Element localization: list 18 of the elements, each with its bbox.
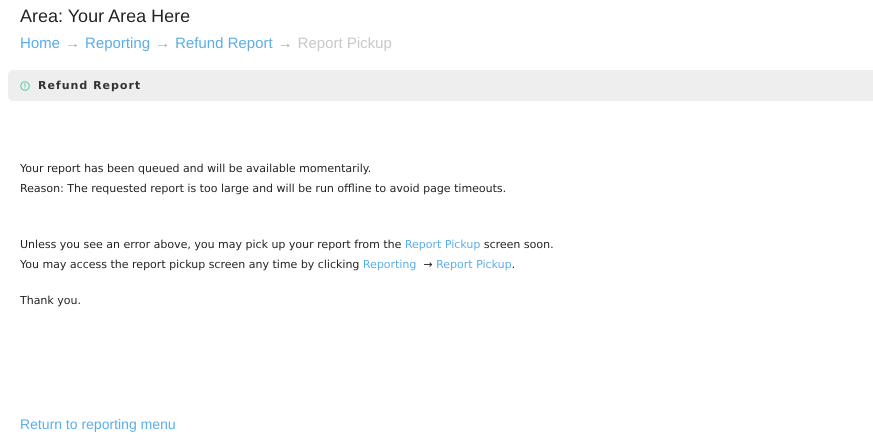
- panel-title: Refund Report: [38, 79, 142, 92]
- report-link[interactable]: Report Pickup: [404, 238, 480, 251]
- arrow-separator: →: [65, 35, 80, 52]
- return-link[interactable]: Return to reporting menu: [20, 415, 176, 433]
- message-text: Reason: The requested report is too large and will be run offline to avoid page timeouts.: [20, 181, 508, 197]
- breadcrumb-link[interactable]: Refund Report: [175, 35, 273, 52]
- message-text: You may access the report pickup screen any time by clicking Reporting → Report Pickup.: [20, 257, 516, 273]
- report-link[interactable]: Reporting: [362, 258, 416, 271]
- breadcrumb-link[interactable]: Home: [20, 35, 60, 52]
- arrow-separator: →: [278, 35, 293, 52]
- message-text: Thank you.: [20, 293, 82, 309]
- area-title: Area: Your Area Here: [20, 6, 192, 27]
- breadcrumb-link[interactable]: Reporting: [85, 35, 150, 52]
- report-link[interactable]: Report Pickup: [436, 258, 512, 271]
- message-text: Your report has been queued and will be available momentarily.: [20, 161, 372, 177]
- arrow-separator: →: [155, 35, 170, 52]
- info-icon: [20, 80, 30, 90]
- message-text: Unless you see an error above, you may pick up your report from the Report Pickup screen soon.: [20, 237, 555, 253]
